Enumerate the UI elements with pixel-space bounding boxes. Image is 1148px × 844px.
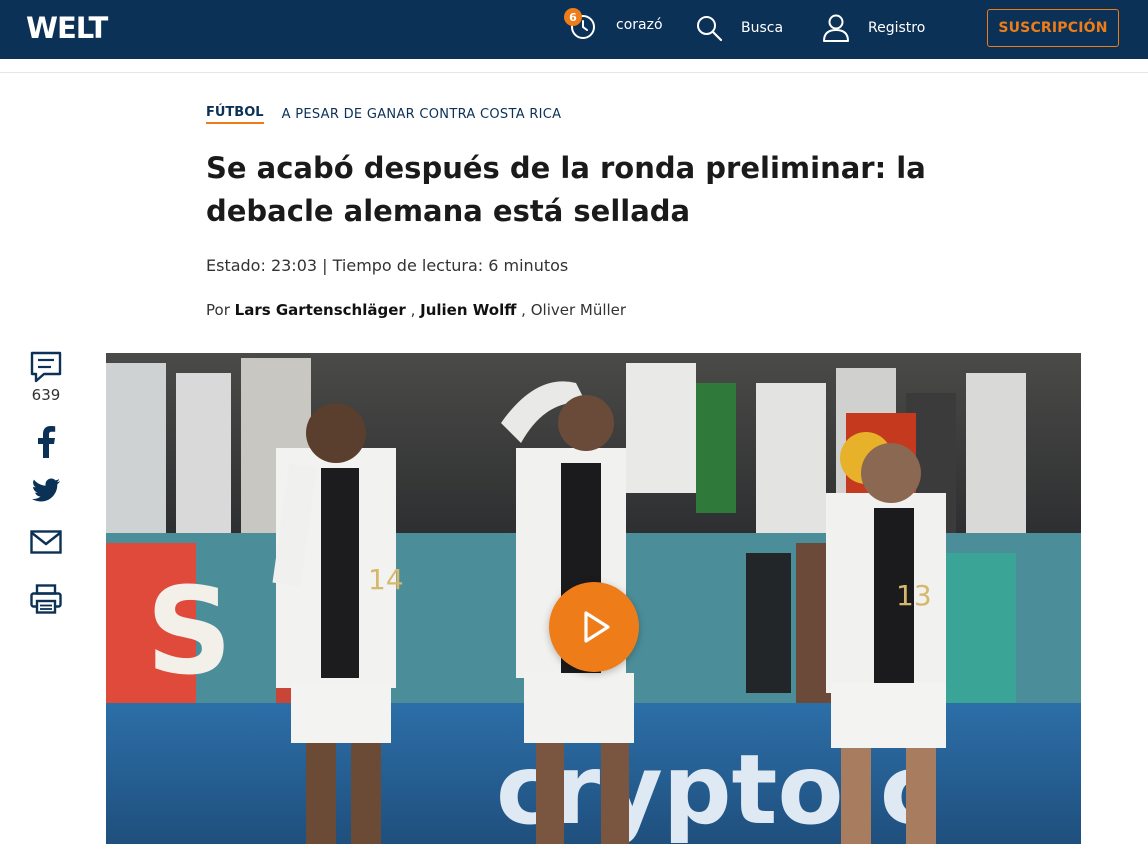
header-divider — [0, 72, 1148, 73]
comments-button[interactable]: 639 — [29, 350, 63, 404]
article-headline: Se acabó después de la ronda preliminar:… — [206, 151, 926, 228]
print-icon — [30, 584, 62, 614]
author-separator: , — [521, 301, 526, 319]
comment-icon — [30, 351, 62, 383]
search-button[interactable]: Busca — [695, 14, 783, 42]
share-rail: 639 — [28, 350, 64, 614]
jersey-number: 13 — [896, 579, 932, 612]
author-separator: , — [410, 301, 416, 319]
user-icon — [823, 14, 849, 42]
comment-count: 639 — [31, 386, 61, 404]
by-prefix: Por — [206, 301, 230, 319]
facebook-share-button[interactable] — [35, 426, 57, 458]
play-icon — [584, 611, 610, 643]
search-label: Busca — [741, 20, 784, 36]
facebook-icon — [38, 426, 56, 458]
history-label: corazón — [616, 17, 662, 33]
twitter-share-button[interactable] — [31, 478, 61, 504]
mail-icon — [30, 530, 62, 554]
author-link[interactable]: Lars Gartenschläger — [235, 301, 406, 319]
article-video[interactable]: S crypto.c 14 13 — [106, 353, 1081, 844]
author-name: Oliver Müller — [530, 301, 627, 319]
author-line: Por Lars Gartenschläger , Julien Wolff ,… — [206, 301, 626, 319]
welt-logo[interactable]: WELT — [26, 12, 108, 44]
search-icon — [697, 16, 723, 42]
twitter-icon — [31, 478, 61, 502]
article-meta: Estado: 23:03 | Tiempo de lectura: 6 min… — [206, 256, 569, 275]
svg-text:S: S — [146, 563, 232, 702]
site-header: WELT 6 corazón Busca Registro SUSCRIPCIÓ… — [0, 0, 1148, 59]
author-link[interactable]: Julien Wolff — [420, 301, 516, 319]
register-button[interactable]: Registro — [822, 13, 925, 43]
topic-label: A PESAR DE GANAR CONTRA COSTA RICA — [281, 107, 562, 122]
email-share-button[interactable] — [30, 530, 62, 554]
history-button[interactable]: 6 corazón — [564, 8, 662, 40]
print-button[interactable] — [30, 584, 62, 614]
jersey-number: 14 — [368, 563, 404, 596]
history-count-badge: 6 — [564, 8, 582, 26]
history-icon: 6 — [564, 8, 596, 40]
register-label: Registro — [868, 20, 926, 36]
subscribe-button[interactable]: SUSCRIPCIÓN — [987, 9, 1119, 47]
play-button[interactable] — [549, 582, 639, 672]
section-link[interactable]: FÚTBOL — [206, 105, 264, 124]
breadcrumb: FÚTBOL A PESAR DE GANAR CONTRA COSTA RIC… — [206, 105, 561, 124]
